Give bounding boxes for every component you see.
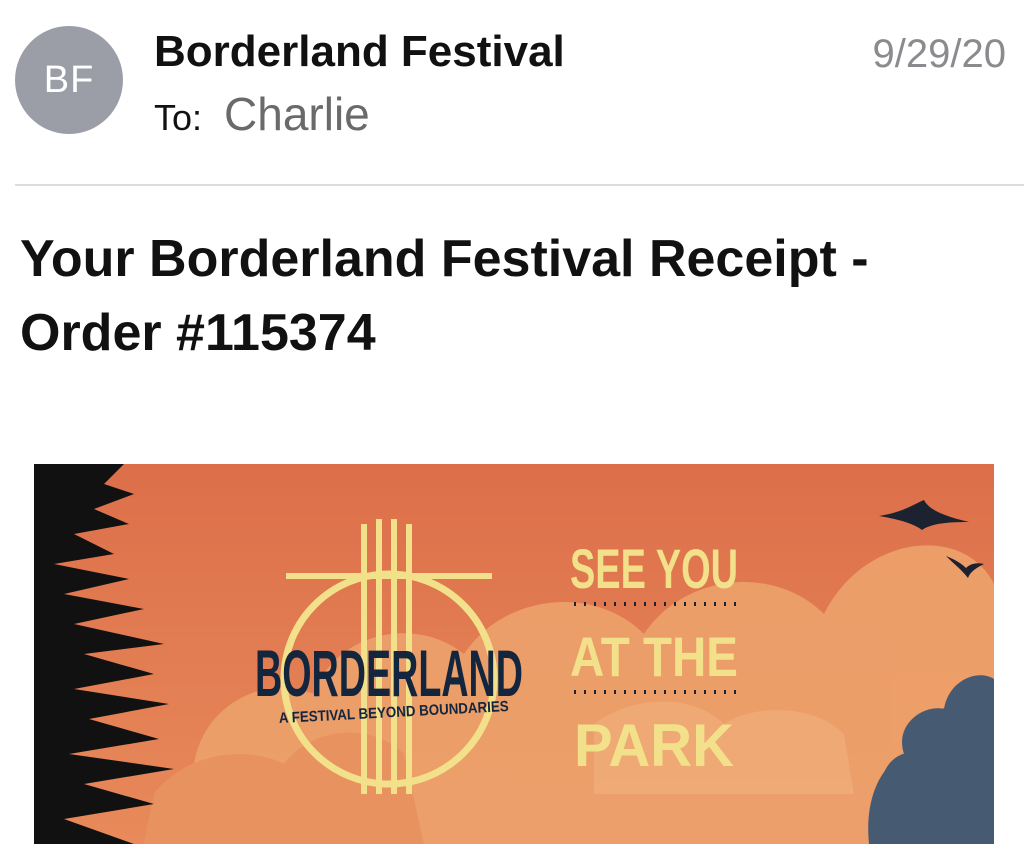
festival-banner-image: BORDERLAND A FESTIVAL BEYOND BOUNDARIES … <box>34 464 994 844</box>
recipient-name[interactable]: Charlie <box>224 88 370 140</box>
email-subject: Your Borderland Festival Receipt - Order… <box>20 230 869 362</box>
sender-avatar: BF <box>15 26 123 134</box>
headline-line-2: AT THE <box>570 625 738 688</box>
see-you-at-the-park-headline: SEE YOU AT THE PARK <box>570 537 738 779</box>
headline-line-1: SEE YOU <box>570 537 738 600</box>
sender-name: Borderland Festival <box>154 27 565 76</box>
headline-line-3: PARK <box>574 712 734 779</box>
recipient-row: To: Charlie <box>154 88 370 152</box>
email-date: 9/29/20 <box>872 32 1006 76</box>
header-divider <box>15 184 1024 186</box>
to-label: To: <box>154 97 203 138</box>
avatar-initials: BF <box>43 58 95 101</box>
